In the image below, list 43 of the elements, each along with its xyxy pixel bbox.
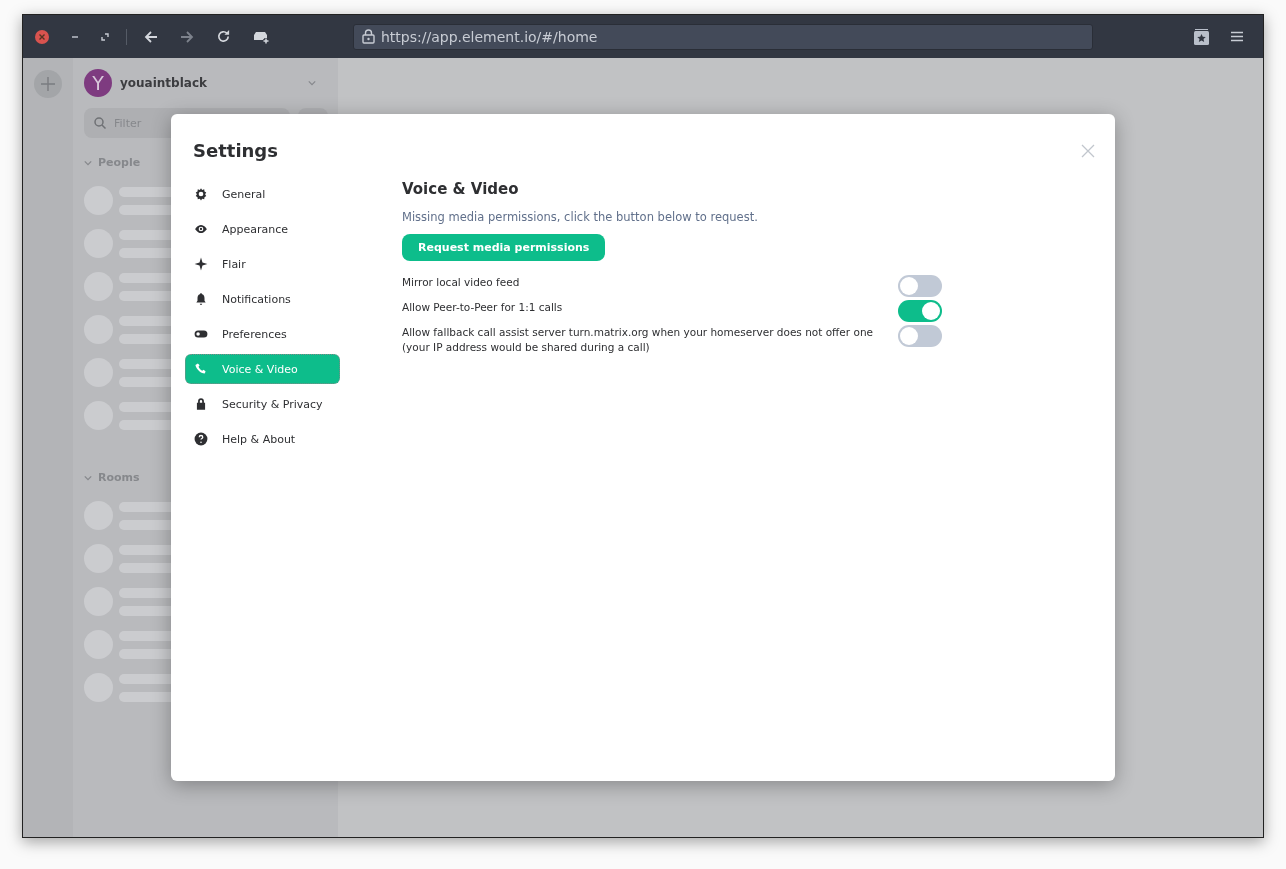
settings-tab[interactable]: Appearance xyxy=(185,214,340,244)
bell-icon xyxy=(194,292,208,306)
forward-button[interactable] xyxy=(180,29,194,44)
gear-icon xyxy=(194,187,208,201)
phone-icon xyxy=(194,362,208,376)
help-icon xyxy=(194,432,208,446)
section-heading: Voice & Video xyxy=(402,180,520,198)
plus-icon xyxy=(40,76,56,92)
back-button[interactable] xyxy=(144,29,158,44)
chevron-icon[interactable] xyxy=(84,473,92,482)
dialog-title: Settings xyxy=(193,140,278,161)
settings-tab[interactable]: Security & Privacy xyxy=(185,389,340,419)
lock-icon xyxy=(194,397,208,411)
search-icon xyxy=(94,117,106,129)
setting-label: Allow Peer-to-Peer for 1:1 calls xyxy=(402,300,564,315)
address-bar[interactable]: https://app.element.io/#/home xyxy=(353,23,1093,50)
settings-tab[interactable]: Help & About xyxy=(185,424,340,454)
settings-tab[interactable]: Flair xyxy=(185,249,340,279)
toggle-switch[interactable] xyxy=(898,300,942,322)
reload-button[interactable] xyxy=(216,29,231,44)
toggle-switch[interactable] xyxy=(898,325,942,347)
bookmark-button[interactable] xyxy=(1194,28,1209,45)
maximize-button[interactable] xyxy=(101,32,109,41)
user-name: youaintblack xyxy=(120,76,208,90)
setting-label: Mirror local video feed xyxy=(402,275,521,290)
close-button[interactable] xyxy=(35,29,49,44)
menu-button[interactable] xyxy=(1231,31,1243,42)
sparkle-icon xyxy=(194,257,208,271)
eye-icon xyxy=(194,222,208,236)
chevron-icon[interactable] xyxy=(308,79,316,87)
chevron-icon[interactable] xyxy=(84,158,92,167)
add-button[interactable] xyxy=(34,70,62,98)
user-avatar[interactable]: Y xyxy=(84,69,112,97)
settings-tab[interactable]: Notifications xyxy=(185,284,340,314)
setting-label: Allow fallback call assist server turn.matrix.org when your homeserver does not offer one (your IP address would be shared during a call) xyxy=(402,325,874,355)
toggle-switch[interactable] xyxy=(898,275,942,297)
settings-tab[interactable]: General xyxy=(185,179,340,209)
permission-notice: Missing media permissions, click the button below to request. xyxy=(402,210,759,224)
close-button[interactable] xyxy=(1081,144,1095,158)
lock-icon xyxy=(362,29,375,44)
url-text: https://app.element.io/#/home xyxy=(381,28,598,45)
settings-tab[interactable]: Preferences xyxy=(185,319,340,349)
new-tab-button[interactable] xyxy=(253,29,270,44)
